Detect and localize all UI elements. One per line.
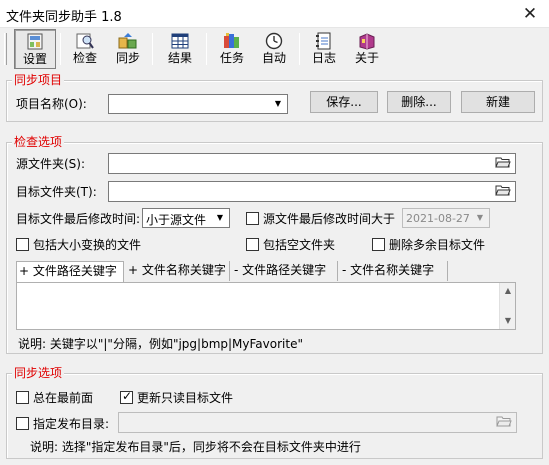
include-case-label: 包括大小变换的文件: [33, 238, 142, 252]
toolbar-about-button[interactable]: 关于: [348, 29, 386, 69]
target-folder-label: 目标文件夹(T):: [16, 185, 97, 199]
target-modify-time-value: 小于源文件: [146, 213, 207, 227]
toolbar: 设置 检查 同步 结果 任务 自动 日志 关于: [0, 29, 549, 69]
chevron-down-icon: ▼: [216, 213, 224, 222]
clock-icon: [265, 32, 283, 50]
publish-dir-note: 说明: 选择"指定发布目录"后，同步将不会在目标文件夹中进行: [30, 440, 361, 454]
delete-extra-label: 删除多余目标文件: [389, 238, 486, 252]
publish-dir-checkbox[interactable]: [16, 417, 29, 430]
toolbar-inspect-button[interactable]: 检查: [64, 29, 106, 69]
log-icon: [316, 32, 331, 50]
scroll-down-icon[interactable]: ▼: [500, 313, 516, 329]
folder-open-icon: [495, 185, 511, 196]
target-folder-browse-button[interactable]: [492, 183, 514, 201]
about-icon: [359, 33, 375, 50]
sync-project-legend: 同步项目: [12, 73, 65, 87]
include-empty-checkbox[interactable]: [246, 238, 259, 251]
update-readonly-checkbox[interactable]: [120, 389, 133, 404]
delete-extra-checkbox[interactable]: [372, 238, 385, 251]
results-icon: [171, 33, 189, 49]
always-on-top-label: 总在最前面: [33, 391, 94, 405]
keywords-scrollbar[interactable]: ▲ ▼: [499, 283, 515, 329]
toolbar-label: 同步: [115, 51, 140, 65]
folder-open-icon: [495, 157, 511, 168]
tab-include-name[interactable]: + 文件名称关键字: [126, 261, 230, 281]
project-name-select[interactable]: ▼: [108, 94, 288, 114]
delete-button[interactable]: 删除...: [387, 91, 451, 113]
chevron-down-icon: ▼: [476, 213, 484, 222]
tab-exclude-name[interactable]: - 文件名称关键字: [340, 261, 448, 281]
sync-options-legend: 同步选项: [12, 366, 65, 380]
close-button[interactable]: ✕: [514, 2, 546, 26]
keywords-textarea[interactable]: ▲ ▼: [16, 282, 516, 330]
toolbar-grip[interactable]: [4, 33, 7, 65]
keywords-note: 说明: 关键字以"|"分隔，例如"jpg|bmp|MyFavorite": [18, 337, 303, 351]
include-empty-label: 包括空文件夹: [263, 238, 336, 252]
publish-dir-input[interactable]: [118, 412, 517, 433]
include-case-checkbox[interactable]: [16, 238, 29, 251]
toolbar-label: 自动: [261, 51, 286, 65]
folder-open-icon: [496, 416, 512, 427]
settings-icon: [27, 33, 43, 50]
source-modify-after-label: 源文件最后修改时间大于: [263, 212, 396, 226]
source-modify-after-checkbox[interactable]: [246, 212, 259, 225]
toolbar-separator: [152, 33, 153, 65]
save-button[interactable]: 保存...: [310, 91, 378, 113]
source-modify-after-date[interactable]: 2021-08-27 ▼: [402, 208, 490, 228]
sync-icon: [118, 33, 137, 49]
source-folder-input[interactable]: [108, 153, 516, 174]
title-bar[interactable]: 文件夹同步助手 1.8 ✕: [0, 0, 549, 28]
source-folder-label: 源文件夹(S):: [16, 157, 86, 171]
update-readonly-label: 更新只读目标文件: [137, 391, 234, 405]
toolbar-label: 设置: [22, 52, 47, 66]
target-modify-time-label: 目标文件最后修改时间:: [16, 212, 141, 226]
target-folder-input[interactable]: [108, 181, 516, 202]
inspect-icon: [76, 33, 94, 49]
toolbar-separator: [206, 33, 207, 65]
tab-include-path[interactable]: + 文件路径关键字: [16, 261, 124, 283]
toolbar-settings-button[interactable]: 设置: [14, 29, 56, 69]
keyword-tabs: + 文件路径关键字 + 文件名称关键字 - 文件路径关键字 - 文件名称关键字: [16, 261, 516, 283]
always-on-top-checkbox[interactable]: [16, 391, 29, 404]
publish-dir-browse-button[interactable]: [493, 414, 515, 432]
scroll-up-icon[interactable]: ▲: [500, 283, 516, 299]
target-modify-time-select[interactable]: 小于源文件 ▼: [142, 208, 230, 228]
check-options-legend: 检查选项: [12, 135, 65, 149]
window-title: 文件夹同步助手 1.8: [6, 10, 122, 25]
toolbar-label: 结果: [167, 51, 192, 65]
source-modify-after-value: 2021-08-27: [406, 212, 470, 225]
source-folder-browse-button[interactable]: [492, 155, 514, 173]
toolbar-results-button[interactable]: 结果: [159, 29, 201, 69]
toolbar-sync-button[interactable]: 同步: [108, 29, 148, 69]
toolbar-tasks-button[interactable]: 任务: [213, 29, 251, 69]
new-button[interactable]: 新建: [461, 91, 535, 113]
toolbar-separator: [60, 33, 61, 65]
toolbar-label: 日志: [311, 51, 336, 65]
tab-exclude-path[interactable]: - 文件路径关键字: [232, 261, 338, 281]
tasks-icon: [224, 33, 239, 48]
toolbar-separator: [299, 33, 300, 65]
toolbar-label: 关于: [354, 51, 379, 65]
publish-dir-label: 指定发布目录:: [33, 417, 110, 431]
toolbar-label: 检查: [72, 51, 97, 65]
toolbar-log-button[interactable]: 日志: [305, 29, 343, 69]
project-name-label: 项目名称(O):: [16, 97, 87, 111]
toolbar-label: 任务: [219, 51, 244, 65]
chevron-down-icon: ▼: [274, 99, 282, 108]
toolbar-auto-button[interactable]: 自动: [254, 29, 294, 69]
